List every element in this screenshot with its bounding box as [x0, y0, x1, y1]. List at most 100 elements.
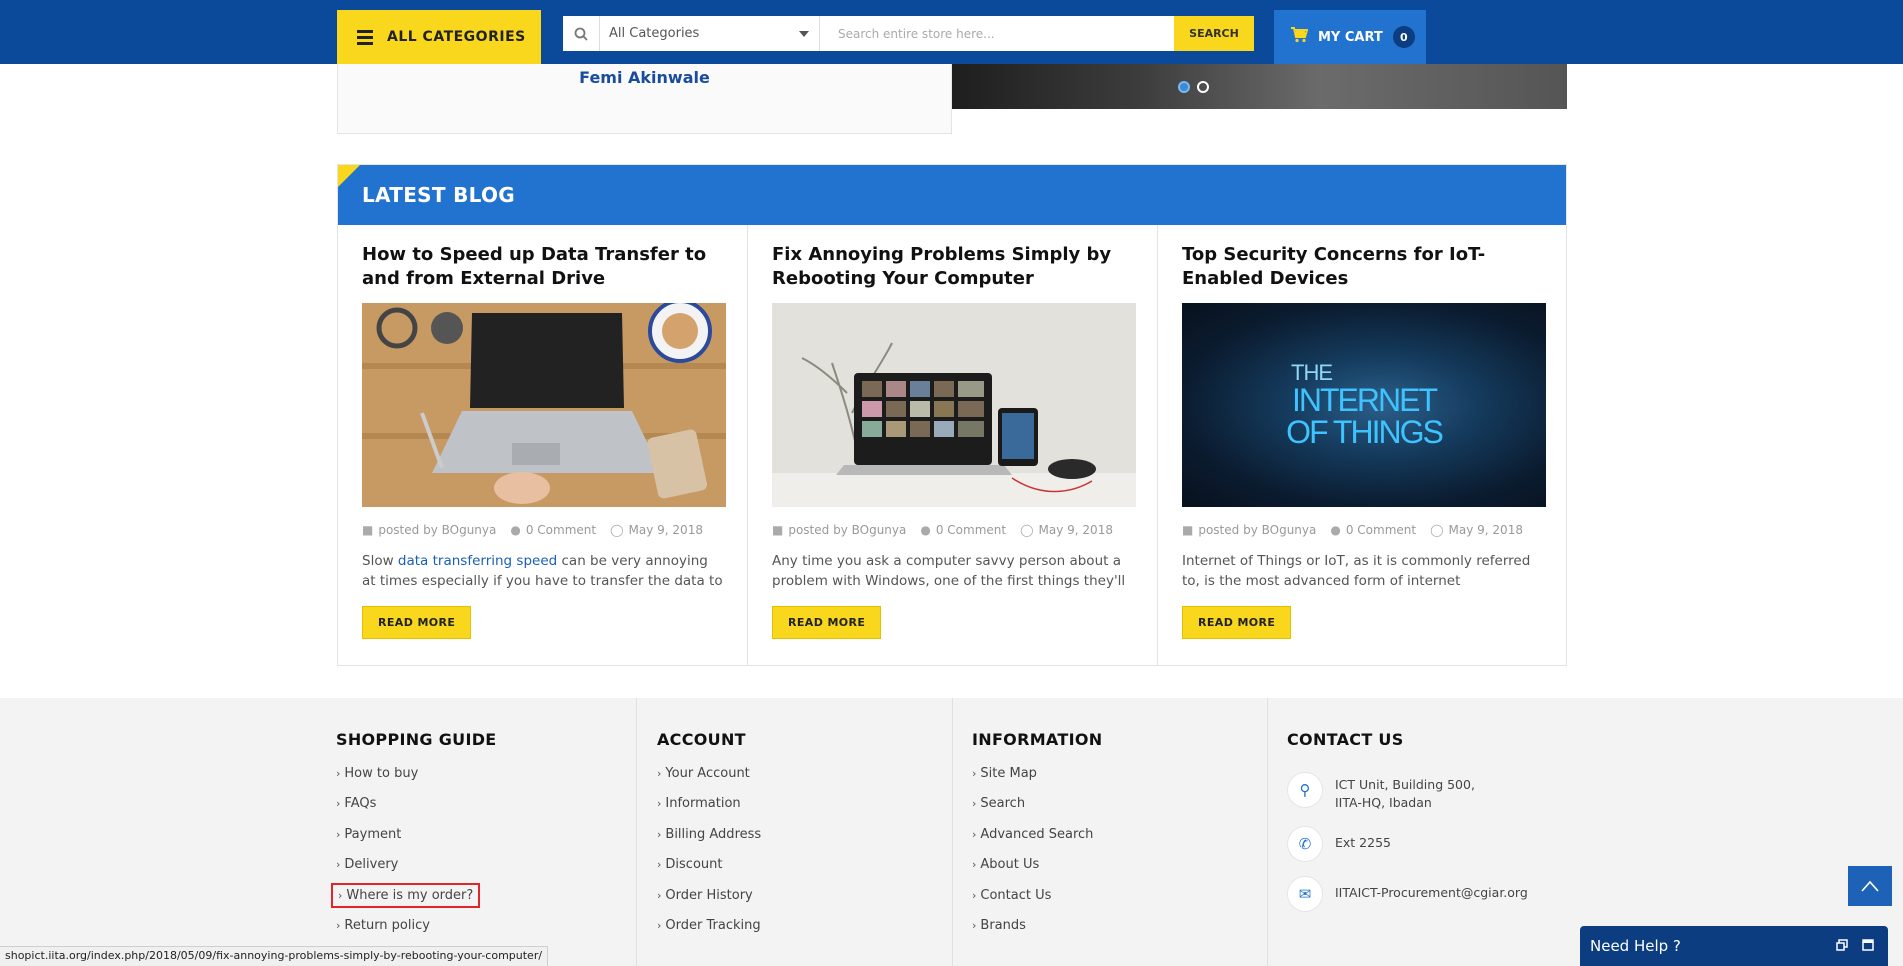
chat-widget[interactable]: Need Help ?: [1580, 926, 1888, 966]
post-date: May 9, 2018: [1038, 523, 1113, 537]
back-to-top-button[interactable]: [1848, 866, 1892, 906]
search-button[interactable]: SEARCH: [1174, 16, 1254, 51]
footer-col-account: ACCOUNT › Your Account › Information › Bill…: [637, 698, 953, 966]
post-date: May 9, 2018: [1448, 523, 1523, 537]
post-meta: ■ posted by BOgunya ● 0 Comment ◯ May 9, 20…: [362, 523, 723, 537]
footer-link[interactable]: Your Account: [665, 766, 749, 781]
testimonial-card: Femi Akinwale: [337, 64, 952, 134]
footer-link[interactable]: Brands: [980, 918, 1026, 933]
maximize-icon[interactable]: [1862, 937, 1874, 955]
user-icon: ■: [772, 523, 784, 537]
chevron-up-icon: [1861, 880, 1879, 892]
latest-blog-header: LATEST BLOG: [338, 165, 1566, 225]
address-line-2: IITA-HQ, Ibadan: [1335, 795, 1432, 810]
slider-dot-1[interactable]: [1178, 81, 1190, 93]
corner-accent: [338, 165, 360, 187]
post-title[interactable]: How to Speed up Data Transfer to and fro…: [362, 243, 723, 291]
latest-blog-section: LATEST BLOG How to Speed up Data Transfe…: [337, 164, 1567, 666]
footer-link[interactable]: Delivery: [344, 857, 398, 872]
post-comments[interactable]: 0 Comment: [936, 523, 1006, 537]
footer-col-shopping-guide: SHOPPING GUIDE › How to buy › FAQs › Paymen…: [0, 698, 637, 966]
post-author: posted by BOgunya: [788, 523, 907, 537]
search-input[interactable]: [820, 16, 1174, 51]
chevron-right-icon: ›: [657, 918, 662, 932]
post-comments[interactable]: 0 Comment: [526, 523, 596, 537]
search-icon: [563, 16, 600, 51]
footer-link[interactable]: Discount: [665, 857, 722, 872]
popout-icon[interactable]: [1836, 937, 1848, 955]
comment-icon: ●: [510, 523, 521, 537]
search-bar: All Categories SEARCH: [563, 16, 1254, 51]
section-title: LATEST BLOG: [362, 183, 515, 207]
image-text-line: OF THINGS: [1286, 414, 1444, 450]
chevron-right-icon: ›: [336, 827, 341, 841]
envelope-icon: ✉: [1287, 876, 1323, 912]
chevron-right-icon: ›: [657, 797, 662, 811]
post-image[interactable]: [772, 303, 1136, 507]
chevron-right-icon: ›: [336, 797, 341, 811]
footer-link[interactable]: Order Tracking: [665, 918, 760, 933]
footer-link[interactable]: Order History: [665, 888, 752, 903]
comment-icon: ●: [1330, 523, 1341, 537]
post-image[interactable]: THE INTERNET OF THINGS: [1182, 303, 1546, 507]
cart-icon: [1290, 27, 1309, 47]
my-cart-button[interactable]: MY CART 0: [1274, 10, 1426, 64]
post-title[interactable]: Top Security Concerns for IoT-Enabled De…: [1182, 243, 1544, 291]
footer-link[interactable]: Billing Address: [665, 827, 761, 842]
post-meta: ■ posted by BOgunya ● 0 Comment ◯ May 9, 20…: [772, 523, 1133, 537]
category-select-value: All Categories: [609, 26, 700, 41]
footer-heading: CONTACT US: [1287, 730, 1404, 749]
phone-icon: ✆: [1287, 826, 1323, 862]
excerpt-link[interactable]: data transferring speed: [398, 553, 557, 569]
footer-link[interactable]: Payment: [344, 827, 401, 842]
footer-link[interactable]: Advanced Search: [980, 827, 1093, 842]
contact-email: ✉ IITAICT-Procurement@cgiar.org: [1287, 876, 1528, 912]
post-comments[interactable]: 0 Comment: [1346, 523, 1416, 537]
footer-link[interactable]: Search: [980, 796, 1025, 811]
user-icon: ■: [362, 523, 374, 537]
post-excerpt: Any time you ask a computer savvy person…: [772, 553, 1126, 589]
footer-heading: SHOPPING GUIDE: [336, 730, 497, 749]
footer-link[interactable]: Information: [665, 796, 740, 811]
footer-heading: ACCOUNT: [657, 730, 746, 749]
clock-icon: ◯: [1430, 523, 1444, 537]
contact-address: ⚲ ICT Unit, Building 500, IITA-HQ, Ibadan: [1287, 772, 1475, 812]
all-categories-label: ALL CATEGORIES: [387, 29, 526, 45]
read-more-button[interactable]: READ MORE: [772, 606, 882, 639]
contact-phone: ✆ Ext 2255: [1287, 826, 1391, 862]
footer-link[interactable]: FAQs: [344, 796, 376, 811]
phone-text: Ext 2255: [1335, 835, 1391, 850]
category-select[interactable]: All Categories: [600, 16, 820, 51]
blog-post: Top Security Concerns for IoT-Enabled De…: [1158, 225, 1568, 665]
excerpt-text: Slow: [362, 553, 398, 569]
chevron-right-icon: ›: [657, 767, 662, 780]
footer-heading: INFORMATION: [972, 730, 1103, 749]
all-categories-button[interactable]: ALL CATEGORIES: [337, 10, 541, 64]
read-more-button[interactable]: READ MORE: [362, 606, 472, 639]
post-author: posted by BOgunya: [1198, 523, 1317, 537]
iot-image-caption: THE INTERNET OF THINGS: [1182, 303, 1546, 507]
image-text-line: INTERNET: [1292, 382, 1438, 418]
email-text[interactable]: IITAICT-Procurement@cgiar.org: [1335, 876, 1528, 902]
cart-label: MY CART: [1318, 29, 1383, 45]
post-image[interactable]: [362, 303, 726, 507]
footer-link[interactable]: Return policy: [344, 918, 430, 933]
where-is-my-order-link[interactable]: › Where is my order?: [330, 882, 481, 908]
footer-link[interactable]: Contact Us: [980, 888, 1051, 903]
banner-slider: [952, 64, 1567, 109]
chevron-right-icon: ›: [972, 767, 977, 780]
chat-label: Need Help ?: [1590, 937, 1681, 955]
slider-dot-2[interactable]: [1197, 81, 1209, 93]
footer-link[interactable]: About Us: [980, 857, 1039, 872]
footer-link[interactable]: How to buy: [344, 766, 418, 781]
chevron-right-icon: ›: [972, 918, 977, 932]
chevron-right-icon: ›: [972, 797, 977, 811]
chevron-right-icon: ›: [657, 858, 662, 872]
read-more-button[interactable]: READ MORE: [1182, 606, 1292, 639]
post-title[interactable]: Fix Annoying Problems Simply by Rebootin…: [772, 243, 1133, 291]
footer-link[interactable]: Site Map: [980, 766, 1037, 781]
chevron-right-icon: ›: [972, 858, 977, 872]
post-meta: ■ posted by BOgunya ● 0 Comment ◯ May 9, 20…: [1182, 523, 1544, 537]
browser-status-url: shopict.iita.org/index.php/2018/05/09/fi…: [0, 946, 549, 966]
user-icon: ■: [1182, 523, 1194, 537]
